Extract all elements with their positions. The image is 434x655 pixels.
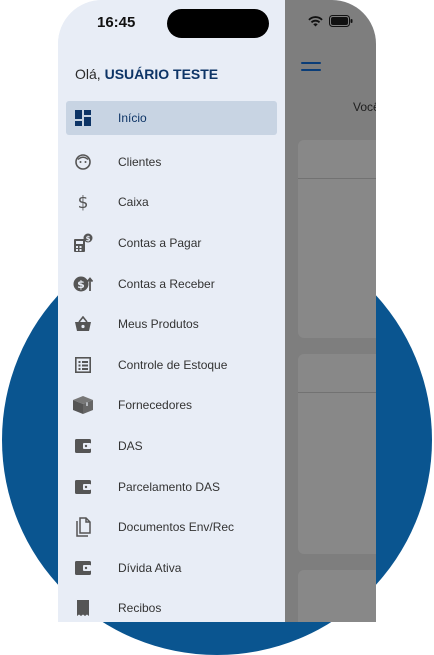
greeting-prefix: Olá, xyxy=(75,66,101,82)
content-card xyxy=(298,570,376,622)
wallet-icon xyxy=(72,476,94,498)
drawer-item-label: Fornecedores xyxy=(118,398,193,413)
drawer-item[interactable]: Documentos Env/Rec xyxy=(66,507,277,548)
dynamic-island xyxy=(167,9,269,38)
wallet-icon xyxy=(72,435,94,457)
basket-icon xyxy=(72,313,94,335)
drawer-item-label: Clientes xyxy=(118,154,162,169)
documents-icon xyxy=(72,516,94,538)
coin-arrow-icon: $ xyxy=(72,273,94,295)
content-card xyxy=(298,354,376,554)
drawer-item-label: Meus Produtos xyxy=(118,317,199,332)
svg-text:$: $ xyxy=(78,193,89,211)
phone-screen: Você 16:45 Olá, USUÁRIO TESTE Início Clie… xyxy=(58,0,376,622)
drawer-item[interactable]: Meus Produtos xyxy=(66,304,277,345)
drawer-item-label: Contas a Pagar xyxy=(118,236,202,251)
drawer-item-label: Contas a Receber xyxy=(118,276,215,291)
drawer-item[interactable]: $ Contas a Pagar xyxy=(66,223,277,264)
drawer-item-label: Documentos Env/Rec xyxy=(118,520,235,535)
drawer-item[interactable]: Dívida Ativa xyxy=(66,548,277,589)
drawer-item[interactable]: Parcelamento DAS xyxy=(66,466,277,507)
drawer-item[interactable]: Fornecedores xyxy=(66,385,277,426)
receipt-icon xyxy=(72,597,94,619)
user-name: USUÁRIO TESTE xyxy=(104,66,219,82)
drawer-item[interactable]: DAS xyxy=(66,426,277,467)
status-time: 16:45 xyxy=(97,14,136,31)
drawer-item[interactable]: Controle de Estoque xyxy=(66,345,277,386)
drawer-item[interactable]: Início xyxy=(66,101,277,135)
greeting: Olá, USUÁRIO TESTE xyxy=(75,66,218,82)
drawer-item-label: Controle de Estoque xyxy=(118,357,228,372)
svg-text:$: $ xyxy=(77,278,85,291)
drawer-menu: Início Clientes $ Caixa $ Contas a Pagar $ Cont… xyxy=(66,101,277,622)
list-icon xyxy=(72,354,94,376)
dollar-icon: $ xyxy=(72,191,94,213)
dashboard-icon xyxy=(72,107,94,129)
status-icons xyxy=(308,15,353,27)
drawer-item[interactable]: $ Caixa xyxy=(66,182,277,223)
wallet-icon xyxy=(72,557,94,579)
wifi-icon xyxy=(308,15,323,26)
main-partial-text: Você xyxy=(353,100,376,114)
face-icon xyxy=(72,151,94,173)
drawer-item-label: Dívida Ativa xyxy=(118,560,182,575)
hamburger-menu-icon[interactable] xyxy=(301,62,321,74)
drawer-item[interactable]: Clientes xyxy=(66,142,277,183)
drawer-item-label: DAS xyxy=(118,439,143,454)
svg-text:$: $ xyxy=(86,235,91,243)
box-icon xyxy=(72,394,94,416)
drawer-item-label: Parcelamento DAS xyxy=(118,479,221,494)
battery-icon xyxy=(329,15,353,27)
drawer-item-label: Caixa xyxy=(118,195,149,210)
drawer-item[interactable]: $ Contas a Receber xyxy=(66,263,277,304)
main-content-overlay[interactable]: Você xyxy=(285,0,376,622)
content-card xyxy=(298,140,376,338)
drawer-item-label: Recibos xyxy=(118,601,162,616)
drawer-item[interactable]: Recibos xyxy=(66,588,277,622)
calculator-money-icon: $ xyxy=(72,232,94,254)
drawer-item-label: Início xyxy=(118,111,147,125)
navigation-drawer: 16:45 Olá, USUÁRIO TESTE Início Clientes $… xyxy=(58,0,285,622)
